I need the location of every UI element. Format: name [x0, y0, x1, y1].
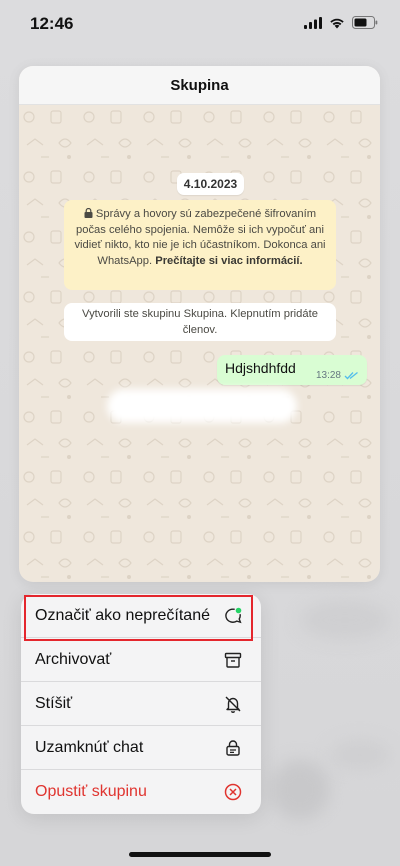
menu-item-label: Opustiť skupinu: [35, 783, 147, 800]
archive-box-icon: [223, 650, 243, 670]
context-menu: Označiť ako neprečítané Archivovať Stíši…: [21, 594, 261, 814]
cellular-signal-icon: [304, 16, 322, 29]
group-created-notice: Vytvorili ste skupinu Skupina. Klepnutím…: [64, 303, 336, 341]
message-time: 13:28: [315, 370, 341, 381]
menu-item-label: Stíšiť: [35, 694, 73, 712]
menu-item-label: Uzamknúť chat: [35, 738, 144, 756]
message-text: Hdjshdhfdd: [225, 360, 296, 376]
unread-chat-icon: [223, 605, 243, 626]
wifi-icon: [330, 18, 344, 28]
blurred-shape: [270, 760, 330, 820]
message-meta: 13:28: [316, 370, 359, 381]
status-bar: 12:46: [0, 0, 400, 48]
lock-icon: [84, 207, 93, 218]
menu-item-mark-unread[interactable]: Označiť ako neprečítané: [21, 594, 261, 638]
menu-item-archive[interactable]: Archivovať: [21, 638, 261, 682]
chat-header: Skupina: [19, 66, 380, 105]
menu-item-lock-chat[interactable]: Uzamknúť chat: [21, 726, 261, 770]
double-check-icon: [344, 371, 358, 380]
home-indicator[interactable]: [129, 852, 271, 857]
lock-chat-icon: [223, 738, 243, 758]
blurred-shape: [330, 740, 390, 770]
date-chip: 4.10.2023: [177, 173, 244, 195]
chat-area: 4.10.2023 Správy a hovory sú zabezpečené…: [19, 105, 380, 582]
menu-item-leave-group[interactable]: Opustiť skupinu: [21, 770, 261, 814]
menu-item-mute[interactable]: Stíšiť: [21, 682, 261, 726]
menu-item-label: Označiť ako neprečítané: [35, 606, 210, 624]
chat-title: Skupina: [170, 76, 229, 94]
menu-item-label: Archivovať: [35, 650, 112, 668]
encryption-notice[interactable]: Správy a hovory sú zabezpečené šifrovaní…: [64, 200, 336, 290]
learn-more-link[interactable]: Prečítajte si viac informácií.: [155, 255, 302, 267]
bell-slash-icon: [223, 694, 243, 714]
status-icons: [304, 16, 378, 29]
status-time: 12:46: [30, 14, 74, 33]
blurred-shape: [300, 600, 390, 640]
outgoing-message[interactable]: Hdjshdhfdd 13:28: [217, 355, 367, 385]
chat-preview-card[interactable]: Skupina 4.10.2023 Správy a hovory sú zab…: [19, 66, 380, 582]
leave-circle-icon: [223, 782, 243, 802]
redacted-content: [107, 389, 297, 423]
battery-icon: [352, 16, 378, 29]
